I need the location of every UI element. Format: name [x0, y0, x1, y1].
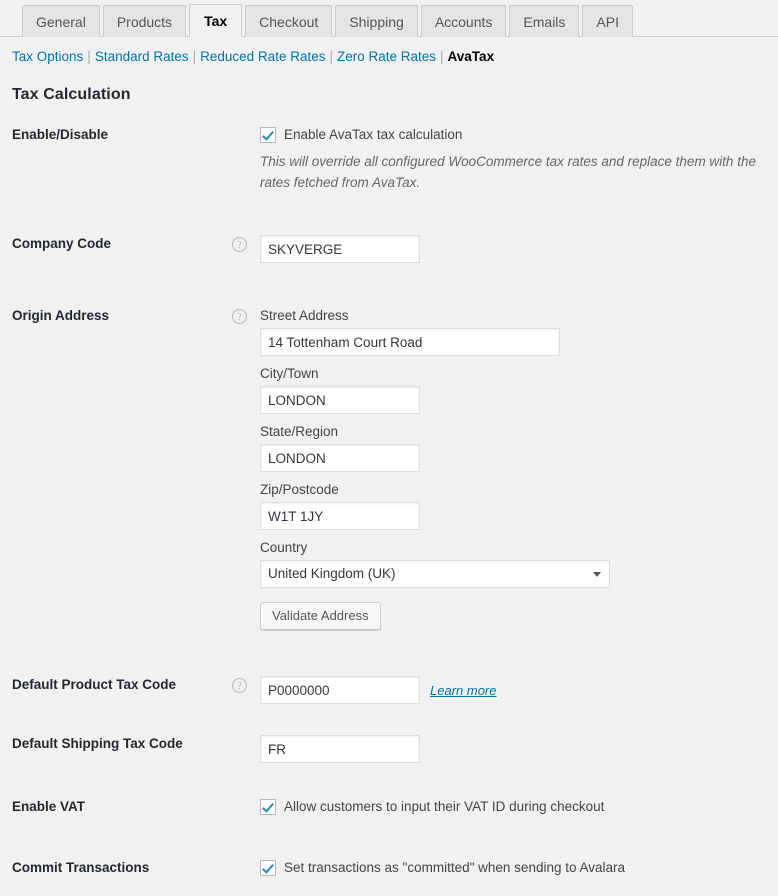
validate-address-block: Validate Address [260, 602, 778, 630]
row-label-product-tax-code: Default Product Tax Code [0, 676, 232, 694]
state-label: State/Region [260, 423, 778, 441]
subnav-separator: | [189, 49, 201, 64]
help-icon[interactable]: ? [232, 309, 247, 324]
field-commit-transactions: Set transactions as "committed" when sen… [260, 859, 778, 877]
product-tax-code-learn-more-link[interactable]: Learn more [430, 683, 496, 698]
enable-avatax-checkbox-label: Enable AvaTax tax calculation [284, 126, 462, 144]
enable-vat-checkbox[interactable] [260, 799, 276, 815]
subnav-item-standard-rates[interactable]: Standard Rates [95, 49, 189, 64]
city-block: City/Town [260, 365, 778, 414]
enable-avatax-checkbox[interactable] [260, 127, 276, 143]
subnav-item-avatax[interactable]: AvaTax [448, 49, 495, 64]
tax-subnav: Tax Options|Standard Rates|Reduced Rate … [0, 37, 778, 66]
tab-general[interactable]: General [22, 5, 100, 37]
subnav-separator: | [325, 49, 337, 64]
validate-address-button[interactable]: Validate Address [260, 602, 381, 630]
commit-transactions-checkbox-label: Set transactions as "committed" when sen… [284, 859, 625, 877]
street-address-input[interactable] [260, 328, 560, 356]
field-company-code [260, 235, 778, 263]
row-enable-disable: Enable/Disable Enable AvaTax tax calcula… [0, 126, 778, 193]
help-col-empty [232, 126, 260, 127]
help-icon[interactable]: ? [232, 237, 247, 252]
avatax-settings-form: Enable/Disable Enable AvaTax tax calcula… [0, 126, 778, 877]
help-col-empty [232, 798, 260, 799]
help-icon[interactable]: ? [232, 678, 247, 693]
street-address-block: Street Address [260, 307, 778, 356]
subnav-item-zero-rate-rates[interactable]: Zero Rate Rates [337, 49, 436, 64]
commit-transactions-checkbox-line[interactable]: Set transactions as "committed" when sen… [260, 859, 778, 877]
tab-accounts[interactable]: Accounts [421, 5, 507, 37]
help-col-company-code: ? [232, 235, 260, 252]
row-shipping-tax-code: Default Shipping Tax Code [0, 735, 778, 763]
subnav-item-reduced-rate-rates[interactable]: Reduced Rate Rates [200, 49, 325, 64]
field-enable-vat: Allow customers to input their VAT ID du… [260, 798, 778, 816]
country-label: Country [260, 539, 778, 557]
field-enable-disable: Enable AvaTax tax calculation This will … [260, 126, 778, 193]
row-enable-vat: Enable VAT Allow customers to input thei… [0, 798, 778, 816]
zip-block: Zip/Postcode [260, 481, 778, 530]
enable-avatax-description: This will override all configured WooCom… [260, 151, 778, 193]
field-origin-address: Street Address City/Town State/Region Zi… [260, 307, 778, 630]
tab-api[interactable]: API [582, 5, 633, 37]
tab-emails[interactable]: Emails [509, 5, 579, 37]
settings-tab-bar: General Products Tax Checkout Shipping A… [0, 0, 778, 37]
subnav-separator: | [436, 49, 448, 64]
commit-transactions-checkbox[interactable] [260, 860, 276, 876]
tab-shipping[interactable]: Shipping [335, 5, 418, 37]
zip-input[interactable] [260, 502, 420, 530]
row-label-enable-disable: Enable/Disable [0, 126, 232, 144]
row-label-shipping-tax-code: Default Shipping Tax Code [0, 735, 232, 753]
tab-checkout[interactable]: Checkout [245, 5, 332, 37]
country-select[interactable]: United Kingdom (UK) [260, 560, 610, 588]
help-col-empty [232, 859, 260, 860]
enable-vat-checkbox-label: Allow customers to input their VAT ID du… [284, 798, 604, 816]
field-product-tax-code: Learn more [260, 676, 778, 704]
city-label: City/Town [260, 365, 778, 383]
country-block: Country United Kingdom (UK) [260, 539, 778, 588]
help-col-empty [232, 735, 260, 736]
subnav-item-tax-options[interactable]: Tax Options [12, 49, 83, 64]
subnav-separator: | [83, 49, 95, 64]
row-label-company-code: Company Code [0, 235, 232, 253]
street-address-label: Street Address [260, 307, 778, 325]
state-block: State/Region [260, 423, 778, 472]
company-code-input[interactable] [260, 235, 420, 263]
enable-avatax-checkbox-line[interactable]: Enable AvaTax tax calculation [260, 126, 778, 144]
field-shipping-tax-code [260, 735, 778, 763]
zip-label: Zip/Postcode [260, 481, 778, 499]
row-label-origin-address: Origin Address [0, 307, 232, 325]
help-col-origin-address: ? [232, 307, 260, 324]
shipping-tax-code-input[interactable] [260, 735, 420, 763]
state-input[interactable] [260, 444, 420, 472]
country-select-value: United Kingdom (UK) [260, 560, 610, 588]
product-tax-code-input[interactable] [260, 676, 420, 704]
row-commit-transactions: Commit Transactions Set transactions as … [0, 859, 778, 877]
page-title: Tax Calculation [12, 86, 778, 104]
row-product-tax-code: Default Product Tax Code ? Learn more [0, 676, 778, 704]
city-input[interactable] [260, 386, 420, 414]
row-label-enable-vat: Enable VAT [0, 798, 232, 816]
row-company-code: Company Code ? [0, 235, 778, 263]
enable-vat-checkbox-line[interactable]: Allow customers to input their VAT ID du… [260, 798, 778, 816]
chevron-down-icon [593, 572, 601, 577]
row-origin-address: Origin Address ? Street Address City/Tow… [0, 307, 778, 630]
tab-tax[interactable]: Tax [189, 4, 242, 37]
help-col-product-tax-code: ? [232, 676, 260, 693]
tab-products[interactable]: Products [103, 5, 186, 37]
row-label-commit-transactions: Commit Transactions [0, 859, 232, 877]
